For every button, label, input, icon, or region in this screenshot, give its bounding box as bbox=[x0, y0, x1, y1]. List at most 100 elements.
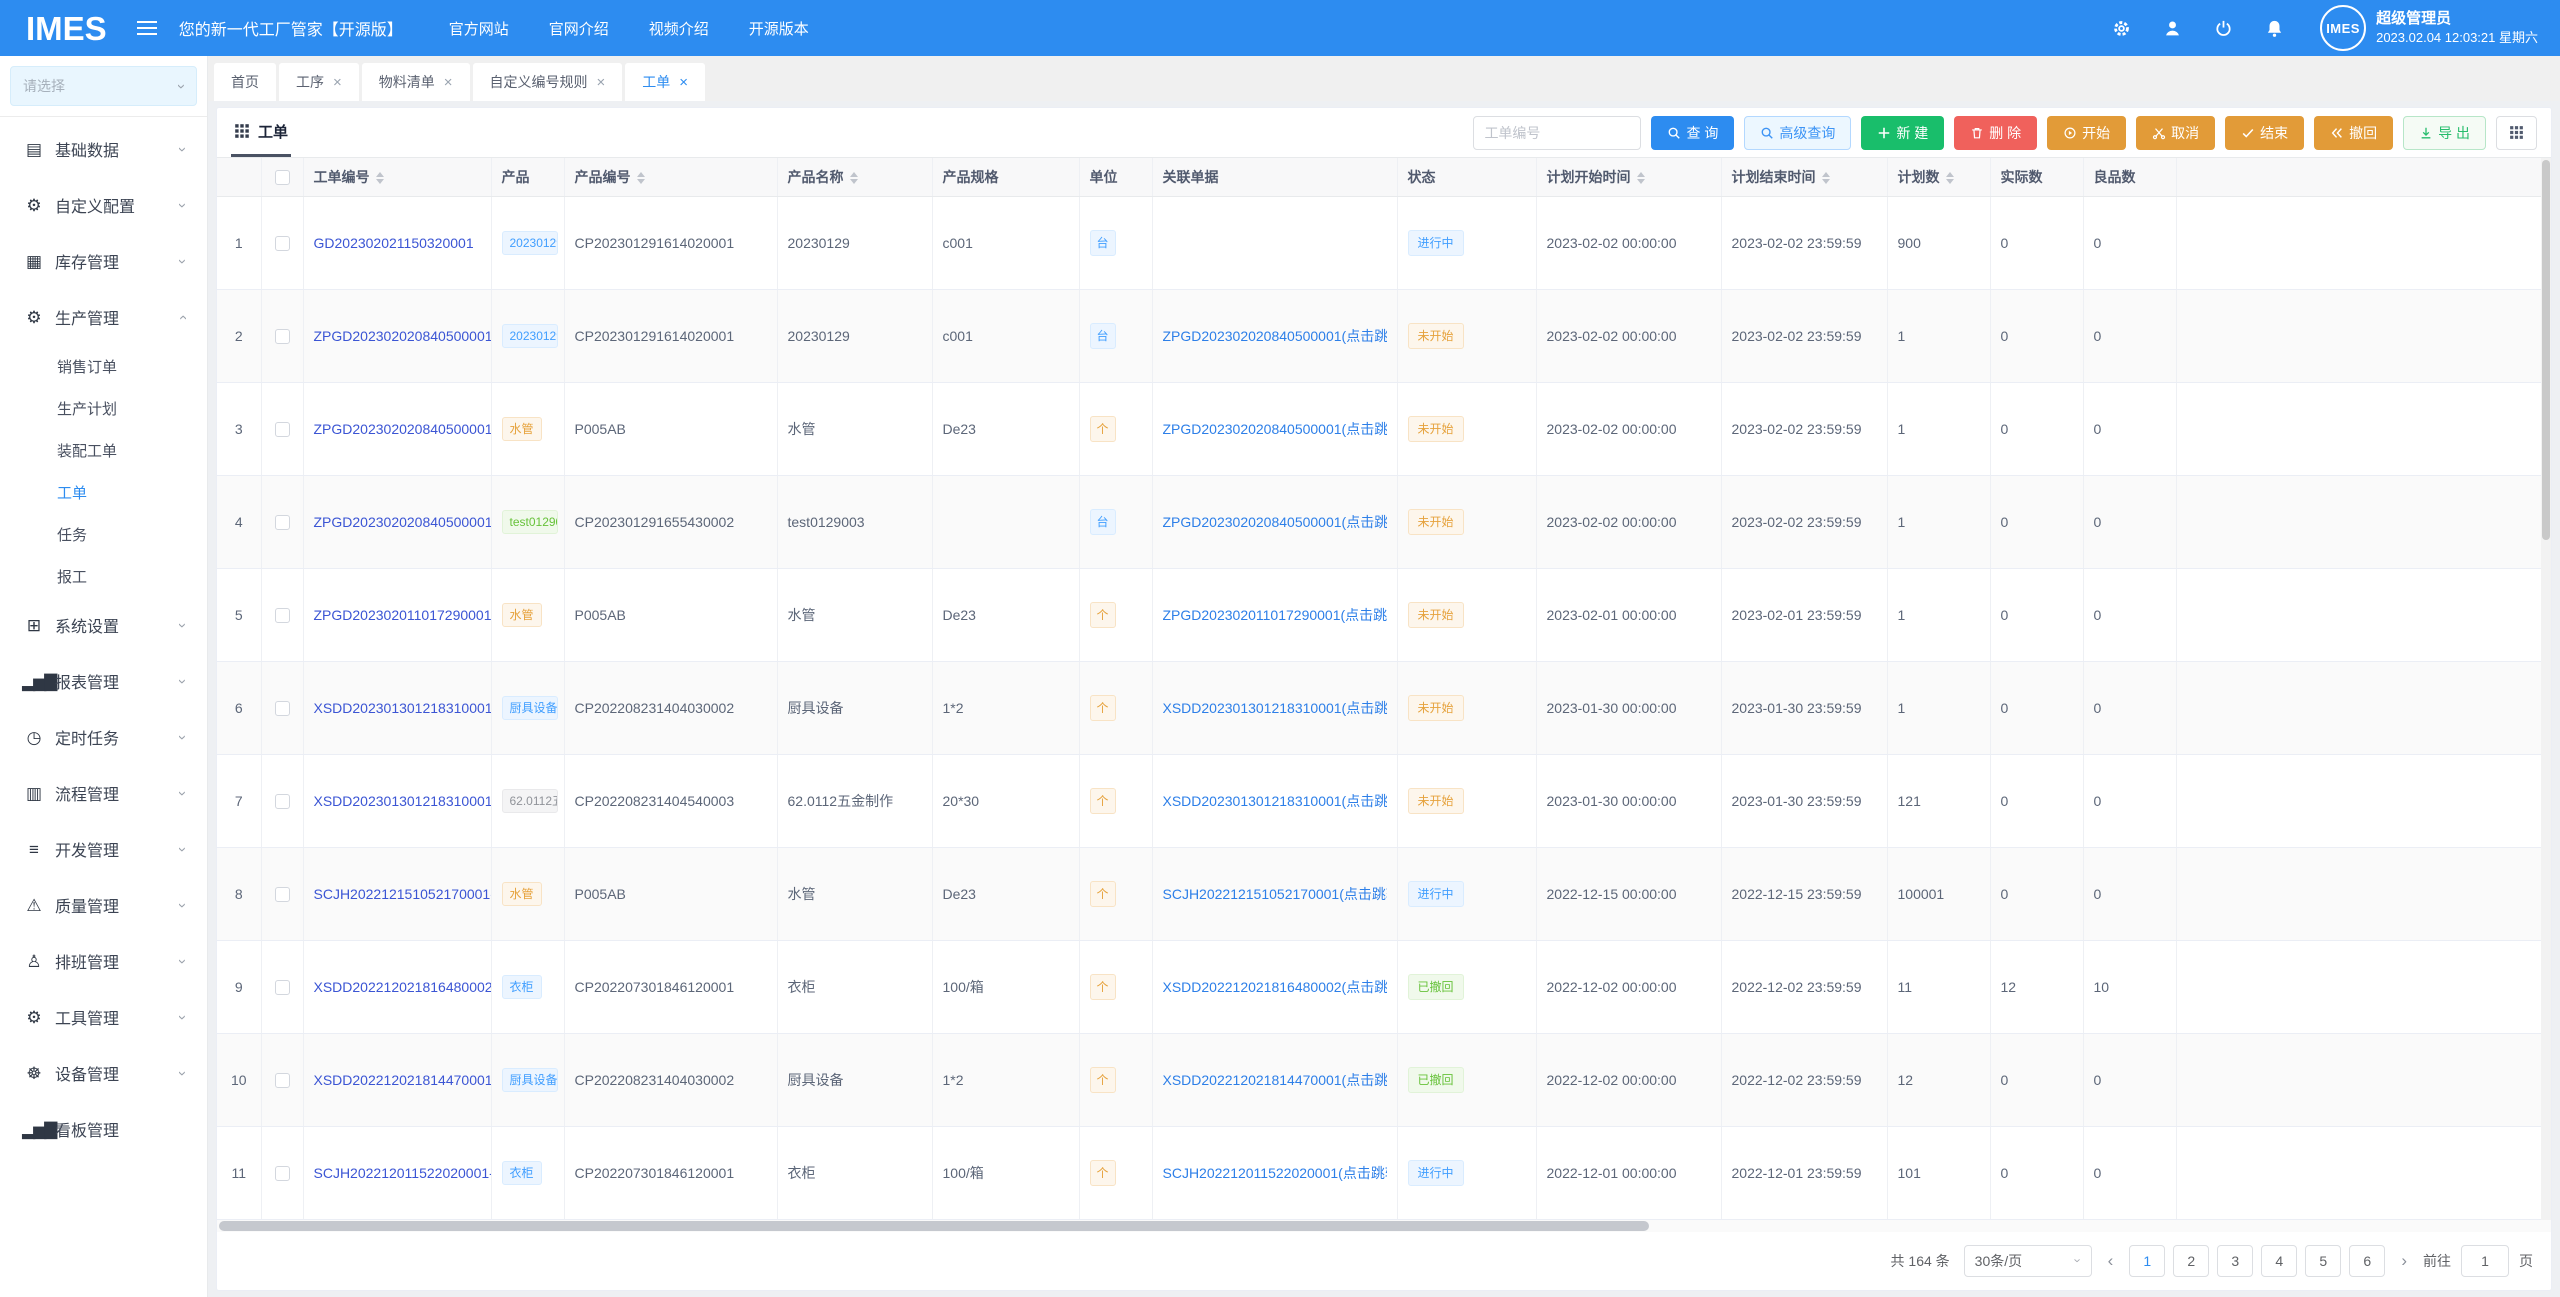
sidebar-item-inventory[interactable]: ▦库存管理› bbox=[0, 233, 207, 289]
gear-icon[interactable] bbox=[2112, 19, 2131, 38]
close-icon[interactable]: × bbox=[444, 74, 453, 91]
sidebar-item-flow-mgmt[interactable]: ▥流程管理› bbox=[0, 765, 207, 821]
related-doc-link[interactable]: XSDD202212021816480002(点击跳转) bbox=[1163, 977, 1387, 997]
work-order-link[interactable]: GD202302021150320001 bbox=[314, 235, 474, 251]
revoke-button[interactable]: 撤回 bbox=[2314, 116, 2393, 150]
page-button-5[interactable]: 5 bbox=[2305, 1245, 2341, 1277]
power-icon[interactable] bbox=[2214, 19, 2233, 38]
user-icon[interactable] bbox=[2163, 19, 2182, 38]
work-order-link[interactable]: SCJH202212011522020001-1 bbox=[314, 1165, 492, 1181]
tab-process[interactable]: 工序× bbox=[279, 63, 359, 101]
query-button[interactable]: 查 询 bbox=[1651, 116, 1734, 150]
sort-carets[interactable] bbox=[376, 172, 384, 184]
sidebar-subitem-assembly-order[interactable]: 装配工单 bbox=[0, 429, 207, 471]
related-doc-link[interactable]: SCJH202212011522020001(点击跳转) bbox=[1163, 1163, 1387, 1183]
vertical-scrollbar-thumb[interactable] bbox=[2542, 160, 2550, 540]
vertical-scrollbar[interactable] bbox=[2541, 158, 2551, 1220]
sidebar-item-shift-mgmt[interactable]: ♙排班管理› bbox=[0, 933, 207, 989]
page-button-2[interactable]: 2 bbox=[2173, 1245, 2209, 1277]
page-button-3[interactable]: 3 bbox=[2217, 1245, 2253, 1277]
delete-button[interactable]: 删 除 bbox=[1954, 116, 2037, 150]
work-order-link[interactable]: XSDD202301301218310001-2 bbox=[314, 700, 492, 716]
prev-page-button[interactable]: ‹ bbox=[2106, 1252, 2116, 1269]
work-order-link[interactable]: XSDD202212021814470001-1 bbox=[314, 1072, 492, 1088]
row-checkbox[interactable] bbox=[275, 701, 290, 716]
export-button[interactable]: 导 出 bbox=[2403, 116, 2486, 150]
sidebar-item-tool-mgmt[interactable]: ⚙工具管理› bbox=[0, 989, 207, 1045]
related-doc-link[interactable]: ZPGD202302011017290001(点击跳转) bbox=[1163, 605, 1387, 625]
advanced-query-button[interactable]: 高级查询 bbox=[1744, 116, 1851, 150]
sidebar-item-scheduled-tasks[interactable]: ◷定时任务› bbox=[0, 709, 207, 765]
related-doc-link[interactable]: XSDD202301301218310001(点击跳转) bbox=[1163, 698, 1387, 718]
column-settings-button[interactable] bbox=[2496, 116, 2537, 150]
create-button[interactable]: 新 建 bbox=[1861, 116, 1944, 150]
sidebar-item-basic-data[interactable]: ▤基础数据› bbox=[0, 121, 207, 177]
related-doc-link[interactable]: ZPGD202302020840500001(点击跳转) bbox=[1163, 419, 1387, 439]
sidebar-item-production[interactable]: ⚙生产管理› bbox=[0, 289, 207, 345]
related-doc-link[interactable]: XSDD202212021814470001(点击跳转) bbox=[1163, 1070, 1387, 1090]
bell-icon[interactable] bbox=[2265, 19, 2284, 38]
work-order-link[interactable]: ZPGD202302020840500001-2 bbox=[314, 421, 492, 437]
col-header-plan_end[interactable]: 计划结束时间 bbox=[1721, 158, 1887, 196]
related-doc-link[interactable]: XSDD202301301218310001(点击跳转) bbox=[1163, 791, 1387, 811]
work-order-link[interactable]: ZPGD202302020840500001-1 bbox=[314, 514, 492, 530]
sort-carets[interactable] bbox=[1822, 172, 1830, 184]
sidebar-item-custom-config[interactable]: ⚙自定义配置› bbox=[0, 177, 207, 233]
col-header-order_no[interactable]: 工单编号 bbox=[303, 158, 491, 196]
close-icon[interactable]: × bbox=[333, 74, 342, 91]
nav-link[interactable]: 视频介绍 bbox=[649, 18, 709, 39]
col-header-product_code[interactable]: 产品编号 bbox=[564, 158, 777, 196]
page-button-6[interactable]: 6 bbox=[2349, 1245, 2385, 1277]
sort-carets[interactable] bbox=[850, 172, 858, 184]
row-checkbox[interactable] bbox=[275, 608, 290, 623]
row-checkbox[interactable] bbox=[275, 887, 290, 902]
sidebar-subitem-task[interactable]: 任务 bbox=[0, 513, 207, 555]
sidebar-item-board-mgmt[interactable]: ▂▅▇看板管理 bbox=[0, 1101, 207, 1157]
related-doc-link[interactable]: SCJH202212151052170001(点击跳转) bbox=[1163, 884, 1387, 904]
sidebar-select[interactable]: 请选择 › bbox=[10, 66, 197, 106]
tab-numbering-rules[interactable]: 自定义编号规则× bbox=[473, 63, 623, 101]
nav-link[interactable]: 官网介绍 bbox=[549, 18, 609, 39]
cancel-button[interactable]: 取消 bbox=[2136, 116, 2215, 150]
sidebar-subitem-sales-order[interactable]: 销售订单 bbox=[0, 345, 207, 387]
related-doc-link[interactable]: ZPGD202302020840500001(点击跳转) bbox=[1163, 326, 1387, 346]
row-checkbox[interactable] bbox=[275, 515, 290, 530]
order-no-search-input[interactable] bbox=[1473, 116, 1641, 150]
work-order-link[interactable]: ZPGD202302020840500001-4 bbox=[314, 328, 492, 344]
work-order-link[interactable]: XSDD202212021816480002-1 bbox=[314, 979, 492, 995]
page-button-1[interactable]: 1 bbox=[2129, 1245, 2165, 1277]
tab-work-order[interactable]: 工单× bbox=[625, 63, 705, 101]
related-doc-link[interactable]: ZPGD202302020840500001(点击跳转) bbox=[1163, 512, 1387, 532]
sidebar-subitem-production-plan[interactable]: 生产计划 bbox=[0, 387, 207, 429]
sidebar-item-report-mgmt[interactable]: ▂▅▇报表管理› bbox=[0, 653, 207, 709]
row-checkbox[interactable] bbox=[275, 236, 290, 251]
col-header-product_name[interactable]: 产品名称 bbox=[777, 158, 932, 196]
view-title-tab[interactable]: 工单 bbox=[231, 108, 291, 157]
row-checkbox[interactable] bbox=[275, 1073, 290, 1088]
hamburger-icon[interactable] bbox=[137, 27, 157, 29]
row-checkbox[interactable] bbox=[275, 1166, 290, 1181]
page-button-4[interactable]: 4 bbox=[2261, 1245, 2297, 1277]
work-order-link[interactable]: ZPGD202302011017290001-1 bbox=[314, 607, 492, 623]
nav-link[interactable]: 官方网站 bbox=[449, 18, 509, 39]
sort-carets[interactable] bbox=[1946, 172, 1954, 184]
start-button[interactable]: 开始 bbox=[2047, 116, 2126, 150]
sort-carets[interactable] bbox=[1637, 172, 1645, 184]
sidebar-item-device-mgmt[interactable]: ☸设备管理› bbox=[0, 1045, 207, 1101]
row-checkbox[interactable] bbox=[275, 422, 290, 437]
sidebar-subitem-work-report[interactable]: 报工 bbox=[0, 555, 207, 597]
next-page-button[interactable]: › bbox=[2399, 1252, 2409, 1269]
finish-button[interactable]: 结束 bbox=[2225, 116, 2304, 150]
select-all-checkbox[interactable] bbox=[275, 170, 290, 185]
col-header-plan_qty[interactable]: 计划数 bbox=[1887, 158, 1990, 196]
page-size-select[interactable]: 30条/页 › bbox=[1964, 1245, 2092, 1277]
sort-carets[interactable] bbox=[637, 172, 645, 184]
work-order-link[interactable]: XSDD202301301218310001-1 bbox=[314, 793, 492, 809]
sidebar-item-system-settings[interactable]: ⊞系统设置› bbox=[0, 597, 207, 653]
close-icon[interactable]: × bbox=[679, 74, 688, 91]
close-icon[interactable]: × bbox=[597, 74, 606, 91]
avatar[interactable]: IMES bbox=[2320, 5, 2366, 51]
row-checkbox[interactable] bbox=[275, 329, 290, 344]
row-checkbox[interactable] bbox=[275, 794, 290, 809]
user-block[interactable]: IMES 超级管理员 2023.02.04 12:03:21 星期六 bbox=[2320, 5, 2538, 51]
